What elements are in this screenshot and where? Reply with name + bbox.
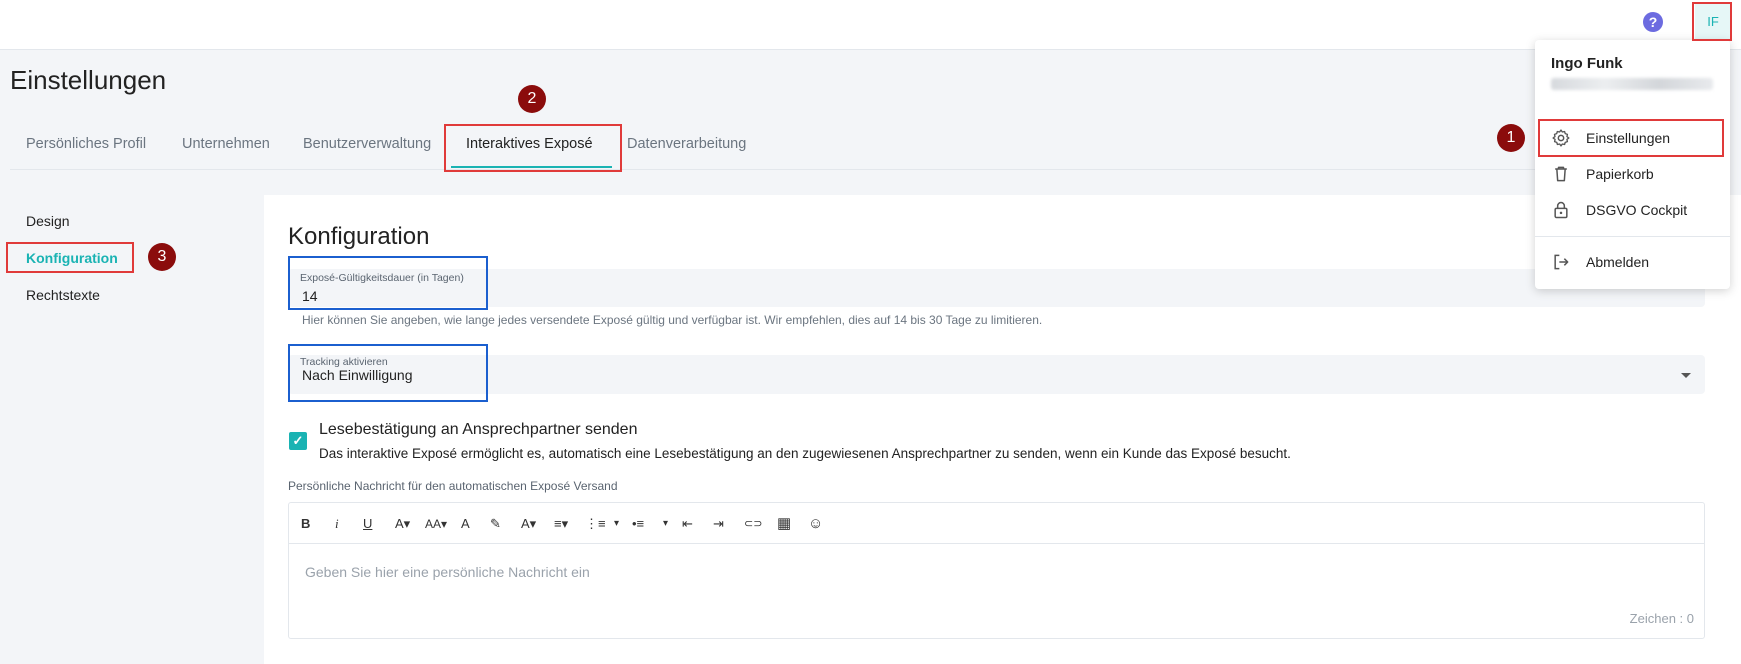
read-receipt-checkbox[interactable]: ✓ xyxy=(289,432,307,450)
emoji-icon[interactable]: ☺ xyxy=(808,515,823,533)
menu-item-label: Abmelden xyxy=(1586,254,1650,270)
ordered-list-icon[interactable]: ⋮≡ xyxy=(585,515,606,533)
menu-item-label: Papierkorb xyxy=(1586,166,1654,182)
message-editor-input[interactable]: Geben Sie hier eine persönliche Nachrich… xyxy=(305,564,590,580)
section-title: Konfiguration xyxy=(288,223,430,250)
align-button[interactable]: ≡▾ xyxy=(554,515,568,533)
user-name: Ingo Funk xyxy=(1551,55,1623,72)
font-size-button[interactable]: A▾ xyxy=(395,515,410,533)
validity-days-hint: Hier können Sie angeben, wie lange jedes… xyxy=(302,313,1043,327)
menu-item-abmelden[interactable]: Abmelden xyxy=(1535,245,1730,279)
highlight-konfiguration xyxy=(6,242,134,273)
tab-unternehmen[interactable]: Unternehmen xyxy=(182,136,270,152)
highlight-tracking-field xyxy=(288,344,488,402)
read-receipt-description: Das interaktive Exposé ermöglicht es, au… xyxy=(319,446,1291,461)
text-color-button[interactable]: A xyxy=(461,515,470,533)
trash-icon xyxy=(1555,166,1567,182)
link-icon[interactable]: ⊂⊃ xyxy=(744,515,762,533)
menu-item-dsgvo-cockpit[interactable]: DSGVO Cockpit xyxy=(1535,193,1730,227)
menu-item-papierkorb[interactable]: Papierkorb xyxy=(1535,157,1730,191)
highlight-einstellungen xyxy=(1538,119,1724,157)
highlight-tab xyxy=(444,124,622,172)
tab-persoenliches-profil[interactable]: Persönliches Profil xyxy=(26,136,146,152)
message-editor: B i U A▾ AA▾ A ✎ A▾ ≡▾ ⋮≡ ▾ •≡ ▾ ⇤ ⇥ ⊂⊃ … xyxy=(288,502,1705,639)
table-icon[interactable]: ▦ xyxy=(777,515,791,533)
unordered-list-icon[interactable]: •≡ xyxy=(632,515,644,533)
page-title: Einstellungen xyxy=(10,65,167,95)
message-editor-label: Persönliche Nachricht für den automatisc… xyxy=(288,479,618,493)
tab-benutzerverwaltung[interactable]: Benutzerverwaltung xyxy=(303,136,431,152)
read-receipt-title: Lesebestätigung an Ansprechpartner sende… xyxy=(319,421,638,438)
menu-divider xyxy=(1535,236,1730,237)
step-badge-1: 1 xyxy=(1497,124,1525,152)
ordered-list-chevron-icon[interactable]: ▾ xyxy=(614,515,619,533)
menu-item-label: DSGVO Cockpit xyxy=(1586,202,1688,218)
highlight-validity-field xyxy=(288,256,488,310)
text-style-button[interactable]: A▾ xyxy=(521,515,536,533)
character-counter: Zeichen : 0 xyxy=(1629,611,1694,626)
unordered-list-chevron-icon[interactable]: ▾ xyxy=(663,515,668,533)
user-menu-dropdown: Ingo Funk Einstellungen Papierkorb DSGVO… xyxy=(1535,40,1730,289)
lock-icon xyxy=(1554,201,1568,219)
user-email-blurred xyxy=(1551,78,1713,90)
chevron-down-icon[interactable] xyxy=(1681,373,1691,378)
font-family-button[interactable]: AA▾ xyxy=(425,515,447,533)
editor-toolbar: B i U A▾ AA▾ A ✎ A▾ ≡▾ ⋮≡ ▾ •≡ ▾ ⇤ ⇥ ⊂⊃ … xyxy=(289,503,1704,544)
help-icon[interactable]: ? xyxy=(1643,12,1663,32)
logout-icon xyxy=(1554,254,1569,270)
highlight-pen-icon[interactable]: ✎ xyxy=(490,515,501,533)
tab-datenverarbeitung[interactable]: Datenverarbeitung xyxy=(627,136,746,152)
settings-tabs: Persönliches Profil Unternehmen Benutzer… xyxy=(10,120,1610,170)
highlight-avatar xyxy=(1692,2,1732,41)
bold-button[interactable]: B xyxy=(301,515,310,533)
italic-button[interactable]: i xyxy=(335,515,339,533)
sidebar-item-rechtstexte[interactable]: Rechtstexte xyxy=(26,287,100,303)
validity-days-field[interactable]: Exposé-Gültigkeitsdauer (in Tagen) 14 xyxy=(288,269,1705,307)
top-bar: ? IF xyxy=(0,0,1741,50)
sidebar-item-design[interactable]: Design xyxy=(26,213,70,229)
tracking-select[interactable]: Tracking aktivieren Nach Einwilligung xyxy=(288,355,1705,394)
underline-button[interactable]: U xyxy=(363,515,372,533)
step-badge-3: 3 xyxy=(148,243,176,271)
indent-icon[interactable]: ⇥ xyxy=(713,515,724,533)
outdent-icon[interactable]: ⇤ xyxy=(682,515,693,533)
step-badge-2: 2 xyxy=(518,85,546,113)
